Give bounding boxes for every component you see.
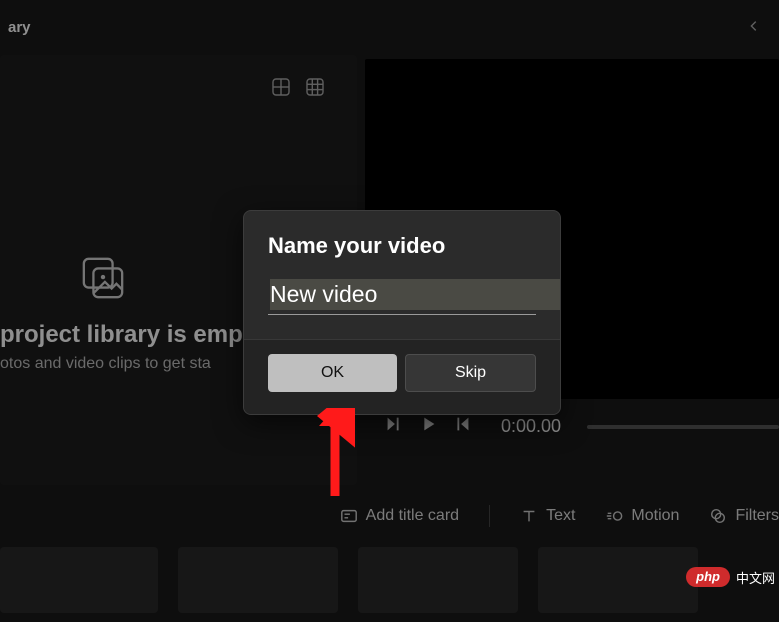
header-title: ary xyxy=(8,19,31,36)
filters-button[interactable]: Filters xyxy=(709,507,779,525)
ok-button[interactable]: OK xyxy=(268,354,397,392)
name-video-dialog: Name your video ✕ OK Skip xyxy=(243,210,561,415)
watermark-text: 中文网 xyxy=(736,568,775,587)
toolbar-separator xyxy=(489,505,490,527)
playback-time: 0:00.00 xyxy=(501,416,561,437)
filters-label: Filters xyxy=(735,507,779,525)
view-toggle xyxy=(271,77,325,102)
text-button[interactable]: Text xyxy=(520,507,575,525)
storyboard-toolbar: Add title card Text Motion Filters xyxy=(0,485,779,545)
dialog-title: Name your video xyxy=(268,233,536,259)
storyboard-clip[interactable] xyxy=(0,547,158,613)
storyboard-clip[interactable] xyxy=(538,547,698,613)
previous-frame-icon[interactable] xyxy=(383,413,405,440)
back-icon[interactable] xyxy=(416,19,771,36)
seek-slider[interactable] xyxy=(587,425,779,429)
play-icon[interactable] xyxy=(417,413,439,440)
storyboard-clip[interactable] xyxy=(178,547,338,613)
add-title-card-label: Add title card xyxy=(366,507,459,525)
motion-button[interactable]: Motion xyxy=(605,507,679,525)
skip-button[interactable]: Skip xyxy=(405,354,536,392)
storyboard-clip[interactable] xyxy=(358,547,518,613)
add-title-card-button[interactable]: Add title card xyxy=(340,507,459,525)
next-frame-icon[interactable] xyxy=(451,413,473,440)
grid-large-icon[interactable] xyxy=(271,77,291,102)
header: ary xyxy=(0,0,779,55)
video-name-input[interactable] xyxy=(270,279,561,310)
text-label: Text xyxy=(546,507,575,525)
motion-label: Motion xyxy=(631,507,679,525)
photos-icon xyxy=(80,255,126,301)
grid-small-icon[interactable] xyxy=(305,77,325,102)
storyboard-track xyxy=(0,545,779,613)
watermark: php 中文网 xyxy=(686,567,775,587)
watermark-badge: php xyxy=(686,567,730,587)
